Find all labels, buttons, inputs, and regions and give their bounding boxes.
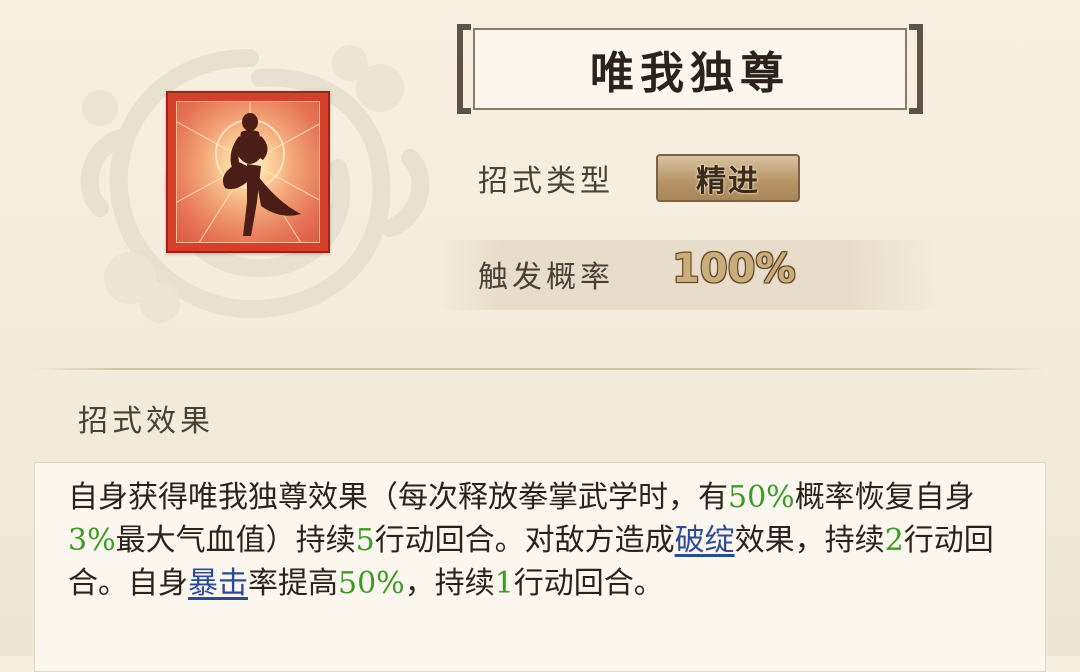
skill-type-badge: 精进 bbox=[656, 154, 800, 202]
skill-icon-art bbox=[176, 101, 320, 243]
effect-segment: 效果，持续 bbox=[734, 523, 885, 558]
effect-heading: 招式效果 bbox=[78, 404, 214, 439]
effect-value: 5 bbox=[355, 523, 375, 558]
trigger-rate-row: 触发概率 bbox=[478, 248, 614, 300]
title-bracket-left bbox=[457, 24, 471, 114]
title-inner: 唯我独尊 bbox=[473, 28, 907, 110]
trigger-rate-value: 100% bbox=[672, 246, 796, 292]
effect-segment: 最大气血值）持续 bbox=[115, 523, 356, 558]
section-divider bbox=[34, 368, 1046, 370]
effect-segment: 行动回合。 bbox=[513, 566, 664, 601]
skill-type-value: 精进 bbox=[696, 164, 760, 199]
keyword-link-poduan[interactable]: 破绽 bbox=[675, 523, 735, 558]
effect-segment: 率提高 bbox=[248, 566, 338, 601]
skill-detail-panel: 唯我独尊 招式类型 精进 触发概率 100% 招式效果 自身获得唯我独尊效果（每… bbox=[0, 0, 1080, 672]
effect-segment: 行动回合。对敌方造成 bbox=[374, 523, 675, 558]
effect-segment: 概率恢复自身 bbox=[794, 480, 975, 515]
skill-title-plaque: 唯我独尊 bbox=[457, 24, 923, 114]
effect-value: 3% bbox=[68, 523, 116, 558]
effect-value: 50% bbox=[728, 480, 795, 515]
effect-segment: ，持续 bbox=[404, 566, 495, 601]
effect-description: 自身获得唯我独尊效果（每次释放拳掌武学时，有50%概率恢复自身3%最大气血值）持… bbox=[68, 476, 1008, 605]
keyword-link-baoji[interactable]: 暴击 bbox=[188, 566, 248, 601]
effect-value: 50% bbox=[338, 566, 405, 601]
skill-icon[interactable] bbox=[166, 91, 330, 253]
title-bracket-right bbox=[909, 24, 923, 114]
trigger-rate-label: 触发概率 bbox=[478, 260, 614, 295]
effect-value: 1 bbox=[494, 566, 514, 601]
skill-type-label: 招式类型 bbox=[478, 164, 614, 199]
effect-value: 2 bbox=[884, 523, 904, 558]
meditating-figure-icon bbox=[177, 102, 319, 242]
effect-segment: 自身获得唯我独尊效果（每次释放拳掌武学时，有 bbox=[68, 480, 728, 515]
skill-title: 唯我独尊 bbox=[590, 48, 790, 99]
skill-type-row: 招式类型 bbox=[478, 152, 614, 204]
